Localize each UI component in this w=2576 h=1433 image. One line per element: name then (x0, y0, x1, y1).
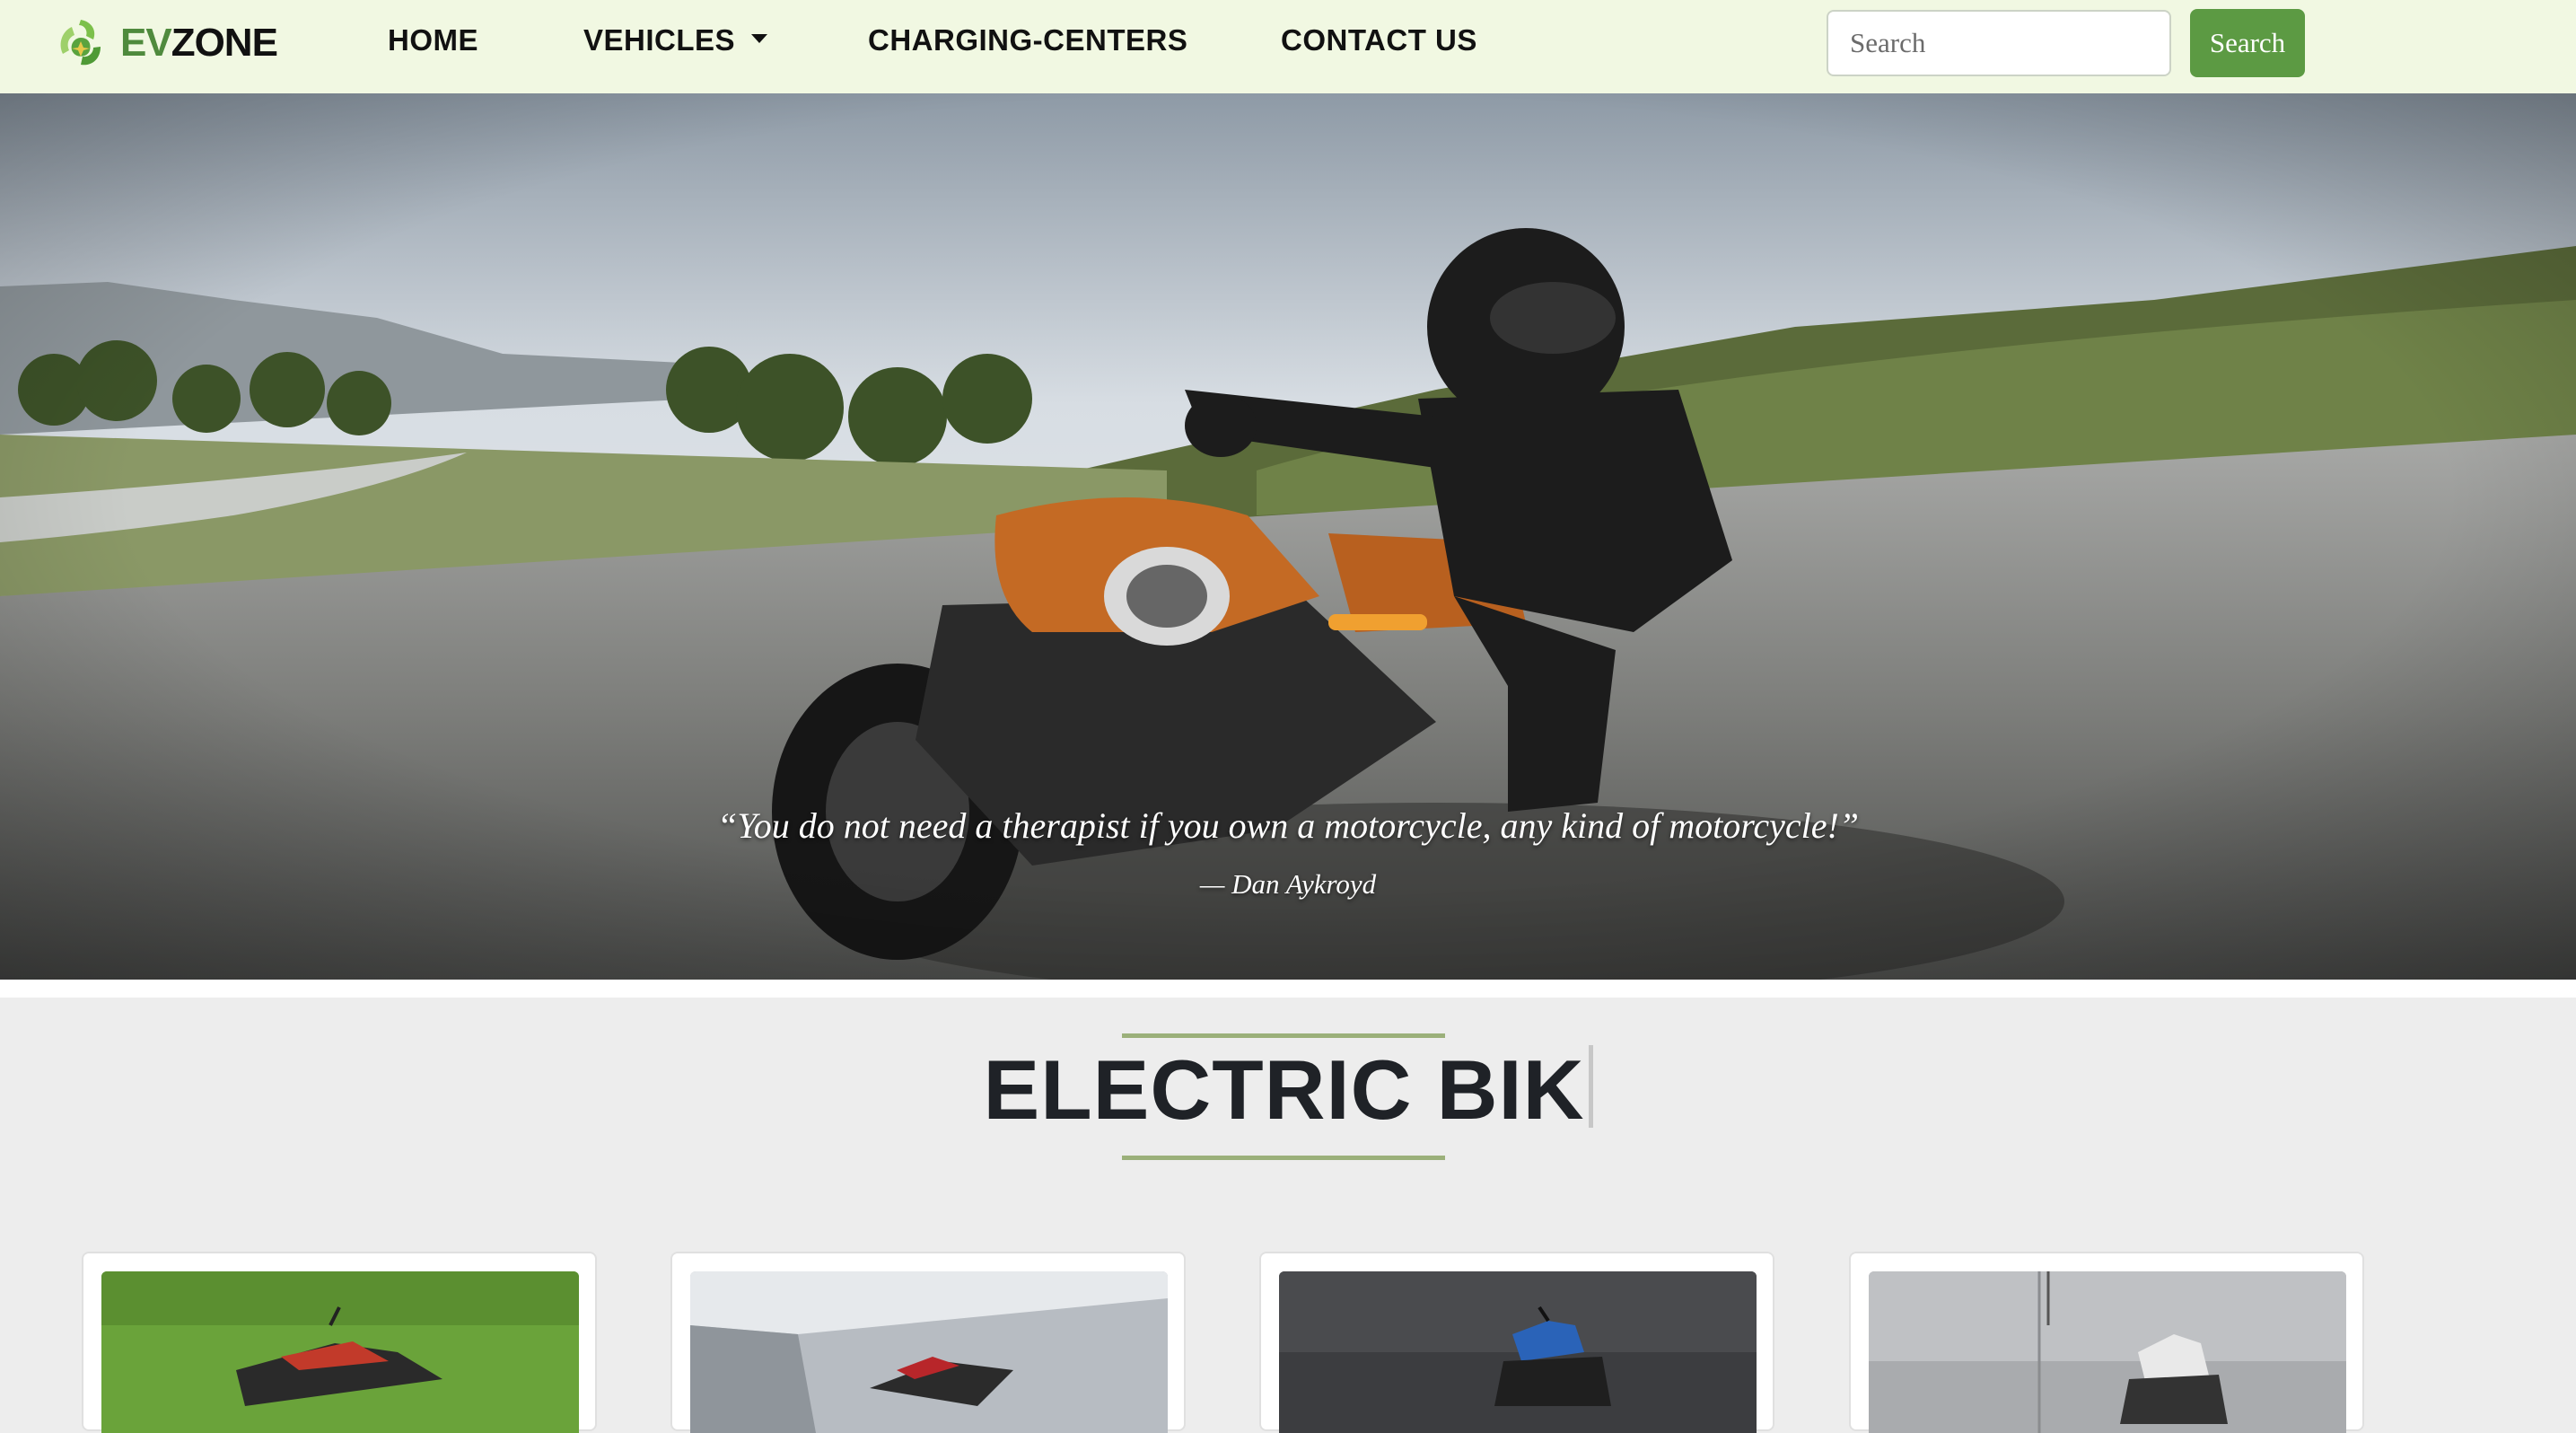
bike-card[interactable] (670, 1252, 1186, 1433)
nav-vehicles-label: VEHICLES (583, 23, 736, 57)
hero-quote: “You do not need a therapist if you own … (716, 805, 1860, 846)
recycle-leaf-logo-icon (60, 20, 101, 66)
search-input[interactable] (1827, 10, 2171, 76)
bike-card[interactable] (1849, 1252, 2364, 1433)
section-title: ELECTRIC BIK (0, 1042, 2576, 1138)
nav-charging-centers[interactable]: CHARGING-CENTERS (868, 23, 1187, 57)
bike-card-image[interactable] (101, 1271, 579, 1433)
nav-contact-us[interactable]: CONTACT US (1281, 23, 1477, 57)
section-divider (0, 980, 2576, 998)
bike-card[interactable] (1259, 1252, 1774, 1433)
bike-card-image[interactable] (690, 1271, 1168, 1433)
bike-card-image[interactable] (1869, 1271, 2346, 1433)
bike-card-image[interactable] (1279, 1271, 1757, 1433)
blue-motorcycle-dark-wall-image (1279, 1271, 1757, 1433)
white-motorcycle-grey-wall-image (1869, 1271, 2346, 1433)
search-button[interactable]: Search (2190, 9, 2305, 77)
title-rule-top (1122, 1033, 1445, 1038)
red-motorcycle-under-concrete-canopy-image (690, 1271, 1168, 1433)
brand-name: EVZONE (120, 21, 278, 66)
navbar: EVZONE HOME VEHICLES CHARGING-CENTERS CO… (0, 0, 2576, 93)
bike-card[interactable] (82, 1252, 597, 1433)
brand-zone: ZONE (171, 21, 278, 65)
red-motorcycle-on-grass-image (101, 1271, 579, 1433)
brand-ev: EV (120, 21, 172, 65)
nav-home[interactable]: HOME (388, 23, 478, 57)
section-title-text: ELECTRIC BIK (983, 1042, 1585, 1137)
title-rule-bottom (1122, 1156, 1445, 1160)
hero-quote-author: — Dan Aykroyd (1199, 868, 1377, 900)
brand-logo[interactable]: EVZONE (52, 14, 278, 72)
typing-cursor (1588, 1045, 1593, 1128)
nav-vehicles-dropdown[interactable]: VEHICLES (583, 23, 768, 57)
dropdown-caret-icon (751, 34, 768, 44)
hero-carousel: “You do not need a therapist if you own … (0, 93, 2576, 980)
